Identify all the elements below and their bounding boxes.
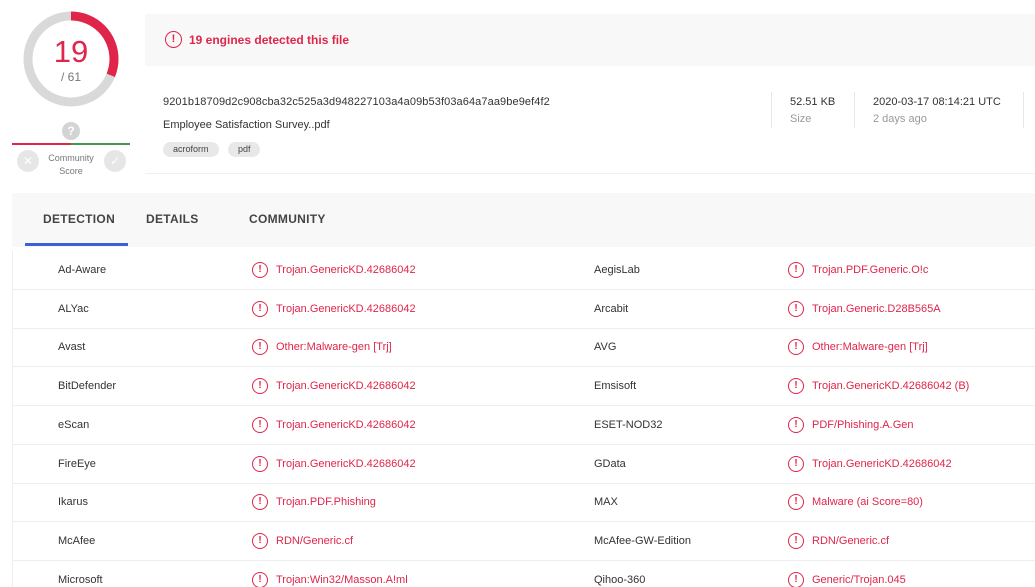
engine-name: Microsoft: [58, 573, 103, 586]
community-score: ? ✕ Community Score ✓: [12, 120, 130, 180]
table-row: Microsoft! Trojan:Win32/Masson.A!ml Qihoo-…: [13, 561, 1035, 587]
table-row: Ad-Aware! Trojan.GenericKD.42686042 AegisL…: [13, 251, 1035, 290]
divider: [854, 92, 855, 128]
detection-result: Trojan.GenericKD.42686042: [276, 380, 416, 393]
tab-bar: DETECTION DETAILS COMMUNITY: [12, 193, 1035, 247]
score-detected: 19: [53, 34, 89, 69]
detection-result: Trojan.GenericKD.42686042: [276, 457, 416, 470]
alert-circle-icon: !: [252, 532, 268, 549]
alert-circle-icon: !: [252, 455, 268, 472]
engine-name: eScan: [58, 418, 90, 431]
alert-circle-icon: !: [788, 494, 804, 511]
alert-circle-icon: !: [788, 378, 804, 395]
alert-circle-icon: !: [252, 571, 268, 587]
detection-alert: ! 19 engines detected this file: [145, 14, 1035, 66]
active-tab-indicator: [25, 243, 128, 246]
community-bar-negative: [12, 143, 71, 145]
alert-circle-icon: !: [788, 571, 804, 587]
engine-name: MAX: [594, 496, 618, 509]
tag-pdf[interactable]: pdf: [227, 142, 261, 157]
engine-name: Arcabit: [594, 302, 629, 315]
detection-result: Trojan.PDF.Generic.O!c: [812, 264, 929, 276]
engine-name: BitDefender: [58, 380, 117, 393]
table-row: eScan! Trojan.GenericKD.42686042 ESET-NOD3…: [13, 406, 1035, 445]
engine-name: Ad-Aware: [58, 264, 107, 276]
detection-result: Trojan.GenericKD.42686042 (B): [812, 380, 970, 393]
alert-circle-icon: !: [252, 339, 268, 356]
community-bar-positive: [71, 143, 130, 145]
detection-result: Other:Malware-gen [Trj]: [276, 341, 392, 354]
divider: [1023, 92, 1024, 128]
file-info: 9201b18709d2c908cba32c525a3d948227103a4a…: [145, 66, 1035, 174]
engine-name: Ikarus: [58, 496, 88, 509]
alert-circle-icon: !: [788, 455, 804, 472]
detection-result: Trojan:Win32/Masson.A!ml: [276, 573, 408, 586]
table-row: Avast! Other:Malware-gen [Trj] AVG! Other:M…: [13, 328, 1035, 368]
score-total: / 61: [60, 70, 81, 84]
table-row: ALYac! Trojan.GenericKD.42686042 Arcabit! T…: [13, 290, 1035, 329]
detection-result: Other:Malware-gen [Trj]: [812, 341, 928, 354]
engine-name: ALYac: [58, 302, 89, 315]
alert-circle-icon: !: [788, 532, 804, 549]
table-row: BitDefender! Trojan.GenericKD.42686042 Ems…: [13, 367, 1035, 407]
engine-name: McAfee: [58, 534, 96, 547]
alert-circle-icon: !: [252, 494, 268, 511]
check-icon[interactable]: ✓: [104, 150, 126, 172]
detection-result: Trojan.GenericKD.42686042: [276, 302, 416, 315]
engine-name: McAfee-GW-Edition: [594, 534, 691, 547]
file-hash[interactable]: 9201b18709d2c908cba32c525a3d948227103a4a…: [163, 96, 550, 108]
engine-name: AegisLab: [594, 264, 640, 276]
tab-detection[interactable]: DETECTION: [43, 212, 115, 226]
alert-text: 19 engines detected this file: [189, 33, 350, 47]
tab-details[interactable]: DETAILS: [146, 212, 199, 226]
engine-name: FireEye: [58, 457, 96, 470]
engine-name: Emsisoft: [594, 380, 637, 393]
detection-result: Trojan.GenericKD.42686042: [276, 264, 416, 276]
alert-circle-icon: !: [252, 262, 268, 278]
engine-name: Qihoo-360: [594, 573, 646, 586]
file-date: 2020-03-17 08:14:21 UTC: [873, 96, 1001, 108]
table-row: McAfee! RDN/Generic.cf McAfee-GW-Edition! R…: [13, 522, 1035, 561]
alert-circle-icon: !: [252, 300, 268, 317]
file-date-relative: 2 days ago: [873, 113, 927, 125]
detection-result: Generic/Trojan.045: [812, 573, 906, 586]
file-size-label: Size: [790, 113, 812, 125]
detection-score: 19 / 61: [22, 10, 120, 108]
detection-result: PDF/Phishing.A.Gen: [812, 418, 914, 431]
help-icon[interactable]: ?: [62, 122, 80, 140]
table-row: Ikarus! Trojan.PDF.Phishing MAX! Malware (a…: [13, 483, 1035, 523]
alert-circle-icon: !: [252, 378, 268, 395]
close-icon[interactable]: ✕: [17, 150, 39, 172]
file-tags: acroform pdf: [163, 139, 265, 157]
engine-name: AVG: [594, 341, 617, 354]
engine-name: Avast: [58, 341, 86, 354]
detection-result: Trojan.PDF.Phishing: [276, 496, 376, 509]
alert-circle-icon: !: [788, 339, 804, 356]
detection-result: RDN/Generic.cf: [276, 534, 354, 547]
alert-circle-icon: !: [165, 31, 182, 48]
alert-circle-icon: !: [788, 416, 804, 433]
divider: [771, 92, 772, 128]
detection-result: Malware (ai Score=80): [812, 496, 923, 509]
alert-circle-icon: !: [788, 300, 804, 317]
file-size: 52.51 KB: [790, 96, 836, 108]
detection-table: Ad-Aware! Trojan.GenericKD.42686042 AegisL…: [12, 251, 1035, 587]
detection-result: RDN/Generic.cf: [812, 534, 890, 547]
table-row: FireEye! Trojan.GenericKD.42686042 GData! T…: [13, 445, 1035, 484]
community-score-label: Community Score: [48, 153, 94, 176]
alert-circle-icon: !: [788, 262, 804, 278]
engine-name: ESET-NOD32: [594, 418, 663, 431]
engine-name: GData: [594, 457, 626, 470]
detection-result: Trojan.Generic.D28B565A: [812, 302, 941, 315]
detection-result: Trojan.GenericKD.42686042: [812, 457, 952, 470]
tab-community[interactable]: COMMUNITY: [249, 212, 326, 226]
file-name: Employee Satisfaction Survey..pdf: [163, 119, 330, 131]
detection-result: Trojan.GenericKD.42686042: [276, 418, 416, 431]
tag-acroform[interactable]: acroform: [163, 142, 219, 157]
alert-circle-icon: !: [252, 416, 268, 433]
